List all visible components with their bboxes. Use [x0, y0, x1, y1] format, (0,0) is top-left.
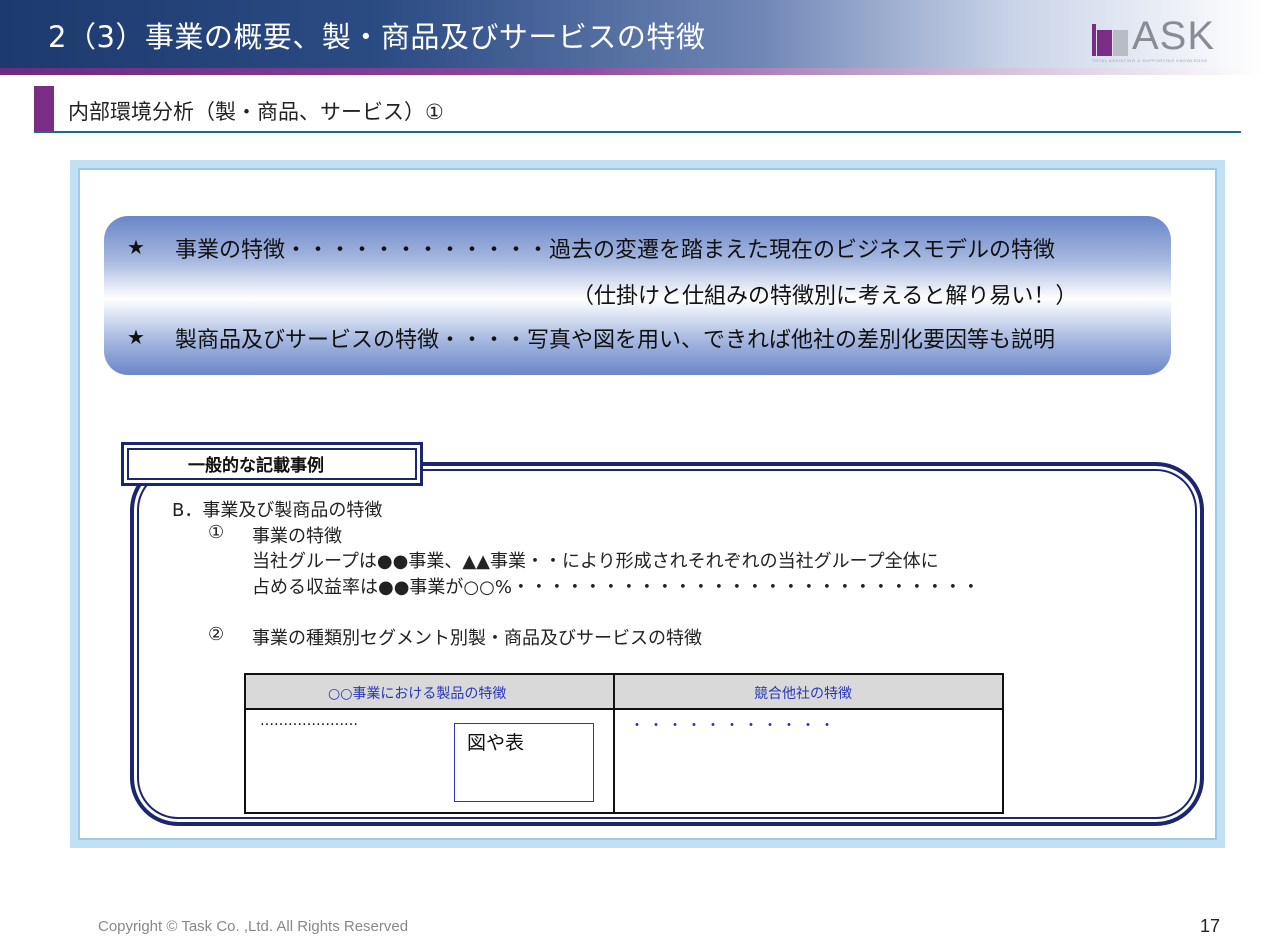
summary-line-business: 事業の特徴・・・・・・・・・・・・過去の変遷を踏まえた現在のビジネスモデルの特徴: [175, 238, 1056, 263]
page-title: 2（3）事業の概要、製・商品及びサービスの特徴: [48, 20, 706, 54]
table-cell-competitor-placeholder: ・・・・・・・・・・・: [630, 718, 839, 734]
item1-text-line2: 占める収益率は●●事業が○○%・・・・・・・・・・・・・・・・・・・・・・・・・…: [252, 577, 980, 598]
table-header-competitors: 競合他社の特徴: [754, 686, 852, 702]
logo-text: ASK: [1132, 14, 1216, 58]
copyright-notice: Copyright © Task Co. ,Ltd. All Rights Re…: [98, 918, 409, 935]
figure-placeholder-box: 図や表: [454, 723, 594, 802]
subtitle-accent-bar: [34, 86, 54, 132]
table-cell-own-placeholder: …………………: [260, 713, 358, 729]
header-accent-strip: [0, 68, 1264, 75]
logo-tagline: TOTAL ASSISTING & SUPPORTING KNOWLEDGE: [1092, 58, 1208, 63]
summary-line-note: （仕掛けと仕組みの特徴別に考えると解り易い！）: [572, 284, 1078, 309]
summary-line-products: 製商品及びサービスの特徴・・・・写真や図を用い、できれば他社の差別化要因等も説明: [175, 328, 1056, 353]
item2-number: ②: [208, 624, 225, 645]
subtitle-divider: [34, 131, 1241, 133]
figure-placeholder-label: 図や表: [467, 732, 525, 754]
star-bullet-icon: ★: [127, 325, 145, 349]
example-heading: B．事業及び製商品の特徴: [172, 500, 383, 521]
logo-mark-icon: [1092, 24, 1128, 56]
item1-title: 事業の特徴: [252, 526, 342, 547]
example-label: 一般的な記載事例: [188, 456, 324, 476]
section-subtitle: 内部環境分析（製・商品、サービス）①: [68, 100, 444, 124]
page-number: 17: [1200, 916, 1221, 936]
item1-text-line1: 当社グループは●●事業、▲▲事業・・により形成されそれぞれの当社グループ全体に: [252, 551, 939, 572]
feature-table: ○○事業における製品の特徴 競合他社の特徴 ………………… 図や表 ・・・・・・…: [244, 673, 1004, 814]
company-logo: ASK TOTAL ASSISTING & SUPPORTING KNOWLED…: [1092, 14, 1232, 68]
item1-number: ①: [208, 522, 225, 543]
table-header-own-products: ○○事業における製品の特徴: [328, 686, 507, 702]
item2-title: 事業の種類別セグメント別製・商品及びサービスの特徴: [252, 628, 702, 649]
table-column-divider: [613, 675, 615, 812]
star-bullet-icon: ★: [127, 235, 145, 259]
